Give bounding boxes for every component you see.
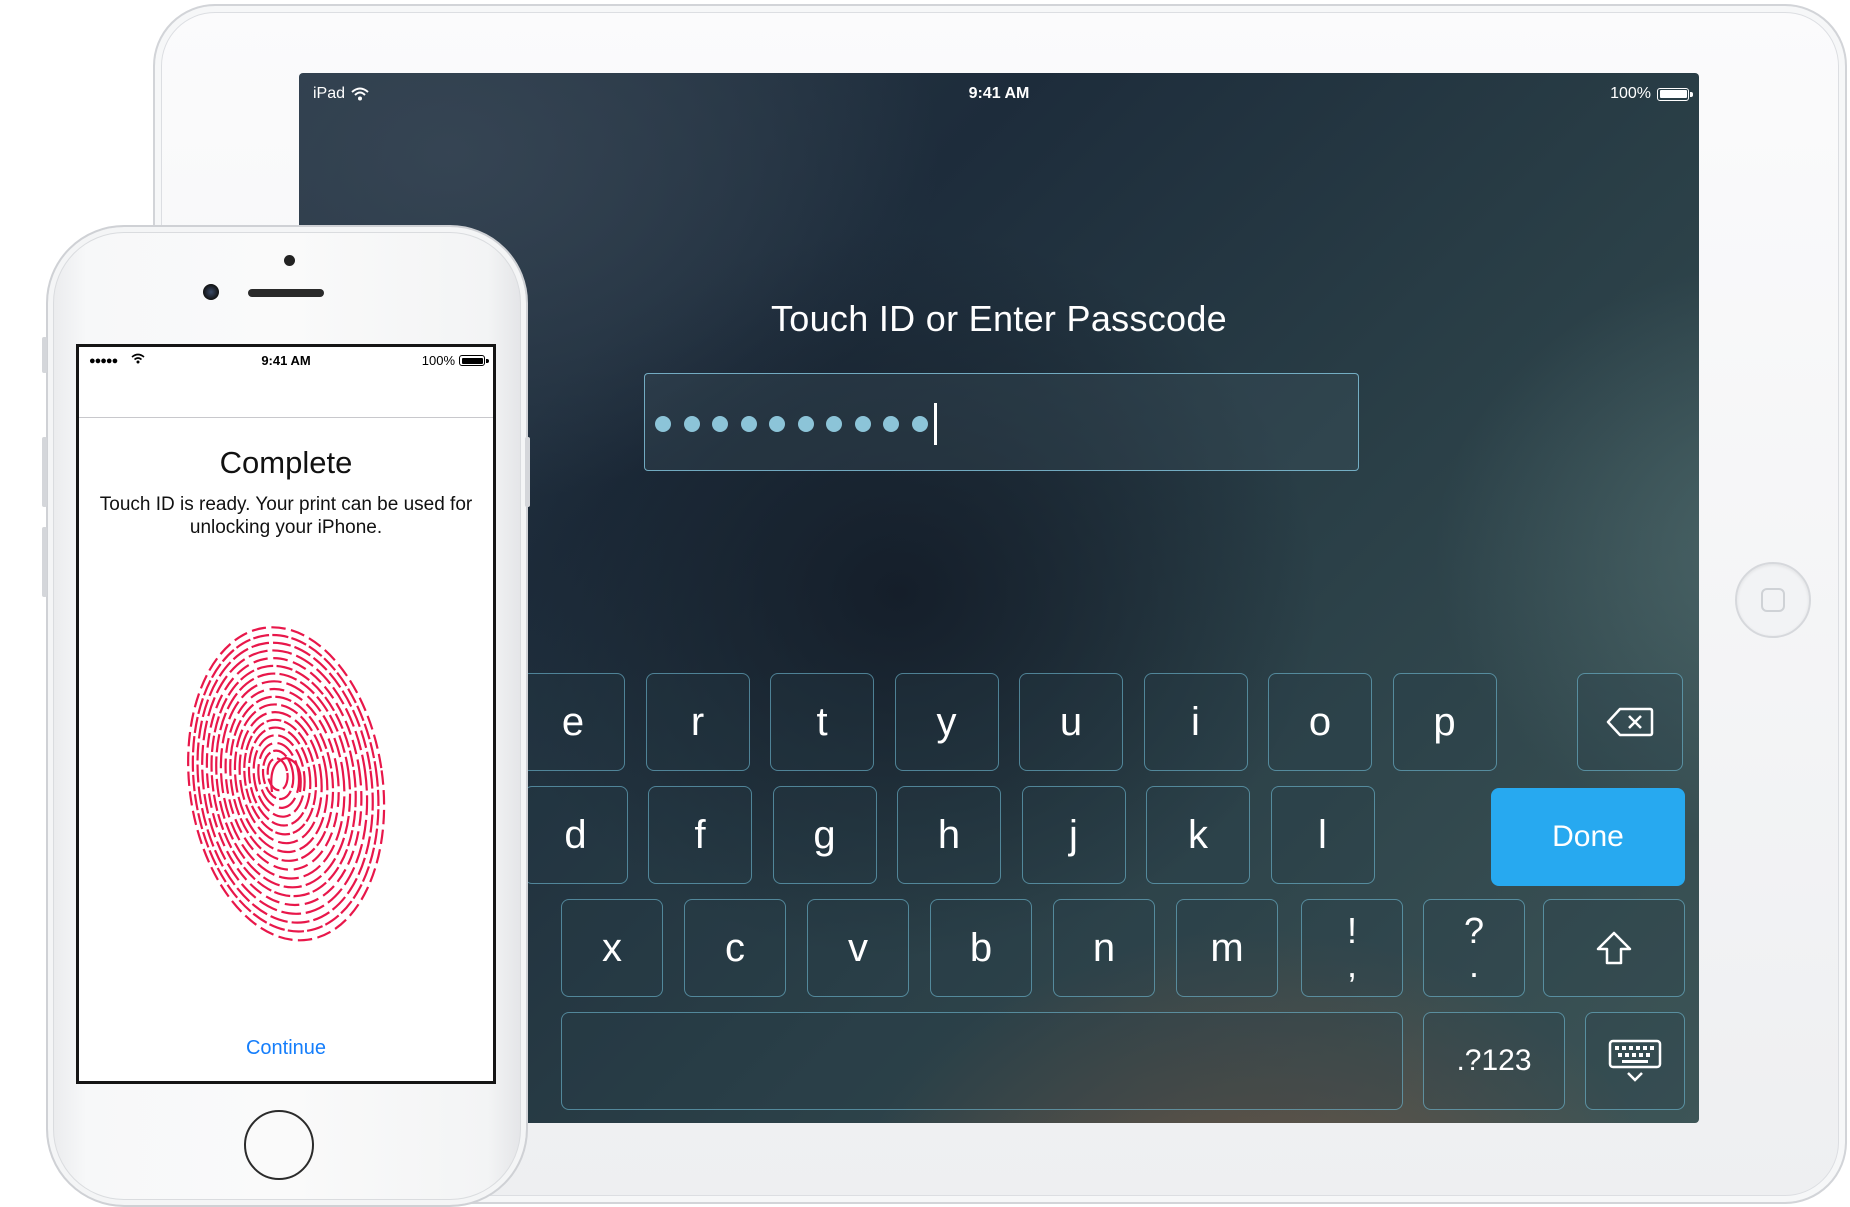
passcode-dot bbox=[683, 416, 700, 432]
complete-title: Complete bbox=[219, 445, 353, 480]
battery-icon bbox=[1657, 87, 1693, 101]
key-h[interactable]: h bbox=[897, 786, 1001, 884]
mute-switch[interactable] bbox=[42, 337, 47, 373]
passcode-dot bbox=[826, 416, 842, 432]
keyboard-dismiss-icon bbox=[1608, 1039, 1662, 1082]
passcode-dot bbox=[740, 416, 757, 432]
fingerprint-icon bbox=[187, 626, 386, 942]
home-square-icon bbox=[1761, 588, 1785, 612]
text-cursor bbox=[934, 403, 937, 445]
key-period-label: . bbox=[1468, 944, 1479, 985]
passcode-dot bbox=[712, 416, 728, 432]
key-exclaim-comma[interactable]: ! , bbox=[1301, 899, 1403, 997]
passcode-dot bbox=[911, 416, 928, 432]
iphone-battery-percent: 100% bbox=[421, 353, 455, 368]
key-comma-label: , bbox=[1346, 944, 1357, 985]
volume-down-button[interactable] bbox=[42, 527, 47, 597]
numbers-key[interactable]: .?123 bbox=[1423, 1012, 1565, 1110]
ipad-home-button[interactable] bbox=[1735, 562, 1811, 638]
shift-icon bbox=[1596, 931, 1632, 965]
key-o[interactable]: o bbox=[1268, 673, 1372, 771]
key-c[interactable]: c bbox=[684, 899, 786, 997]
key-y[interactable]: y bbox=[894, 673, 999, 771]
done-key[interactable]: Done bbox=[1491, 788, 1685, 886]
iphone-screen: ●●●●● 9:41 AM 100% Complete Touch ID is … bbox=[76, 344, 496, 1084]
key-r[interactable]: r bbox=[645, 673, 750, 771]
passcode-dot bbox=[883, 416, 899, 432]
key-l[interactable]: l bbox=[1270, 786, 1375, 884]
power-button[interactable] bbox=[525, 437, 530, 507]
key-b[interactable]: b bbox=[930, 899, 1032, 997]
key-n[interactable]: n bbox=[1053, 899, 1155, 997]
key-i[interactable]: i bbox=[1143, 673, 1248, 771]
key-j[interactable]: j bbox=[1021, 786, 1126, 884]
iphone-battery: 100% bbox=[421, 353, 489, 368]
passcode-dot bbox=[854, 416, 871, 432]
ipad-status-right: 100% bbox=[1610, 85, 1693, 103]
iphone-device: ●●●●● 9:41 AM 100% Complete Touch ID is … bbox=[42, 225, 530, 1207]
iphone-home-button[interactable] bbox=[244, 1110, 314, 1180]
continue-button[interactable]: Continue bbox=[79, 1037, 493, 1060]
iphone-status-bar: ●●●●● 9:41 AM 100% bbox=[79, 351, 493, 369]
key-k[interactable]: k bbox=[1146, 786, 1250, 884]
key-u[interactable]: u bbox=[1019, 673, 1123, 771]
space-key[interactable] bbox=[561, 1012, 1403, 1110]
fingerprint-ridge bbox=[261, 749, 295, 801]
proximity-sensor bbox=[284, 255, 295, 266]
passcode-dot bbox=[797, 416, 814, 432]
key-exclaim-label: ! bbox=[1346, 910, 1357, 951]
key-g[interactable]: g bbox=[772, 786, 877, 884]
key-question-period[interactable]: ? . bbox=[1423, 899, 1525, 997]
passcode-field[interactable] bbox=[644, 373, 1359, 471]
key-f[interactable]: f bbox=[648, 786, 752, 884]
key-question-label: ? bbox=[1463, 910, 1485, 951]
battery-percent: 100% bbox=[1610, 85, 1651, 102]
front-camera bbox=[203, 284, 219, 300]
key-d[interactable]: d bbox=[523, 786, 628, 884]
key-p[interactable]: p bbox=[1392, 673, 1497, 771]
touch-id-description: Touch ID is ready. Your print can be use… bbox=[99, 494, 473, 538]
delete-icon bbox=[1606, 707, 1654, 737]
key-v[interactable]: v bbox=[807, 899, 909, 997]
passcode-dot bbox=[769, 416, 785, 432]
key-x[interactable]: x bbox=[561, 899, 663, 997]
key-e[interactable]: e bbox=[521, 673, 625, 771]
earpiece-speaker bbox=[248, 289, 324, 297]
delete-key[interactable] bbox=[1577, 673, 1683, 771]
key-m[interactable]: m bbox=[1176, 899, 1278, 997]
battery-icon bbox=[459, 355, 489, 366]
nav-bar-divider bbox=[79, 417, 493, 418]
dismiss-keyboard-key[interactable] bbox=[1585, 1012, 1685, 1110]
passcode-dots bbox=[655, 403, 937, 445]
key-t[interactable]: t bbox=[770, 673, 874, 771]
ipad-status-time: 9:41 AM bbox=[968, 85, 1030, 102]
passcode-dot bbox=[655, 416, 671, 432]
volume-up-button[interactable] bbox=[42, 437, 47, 507]
shift-key[interactable] bbox=[1543, 899, 1685, 997]
